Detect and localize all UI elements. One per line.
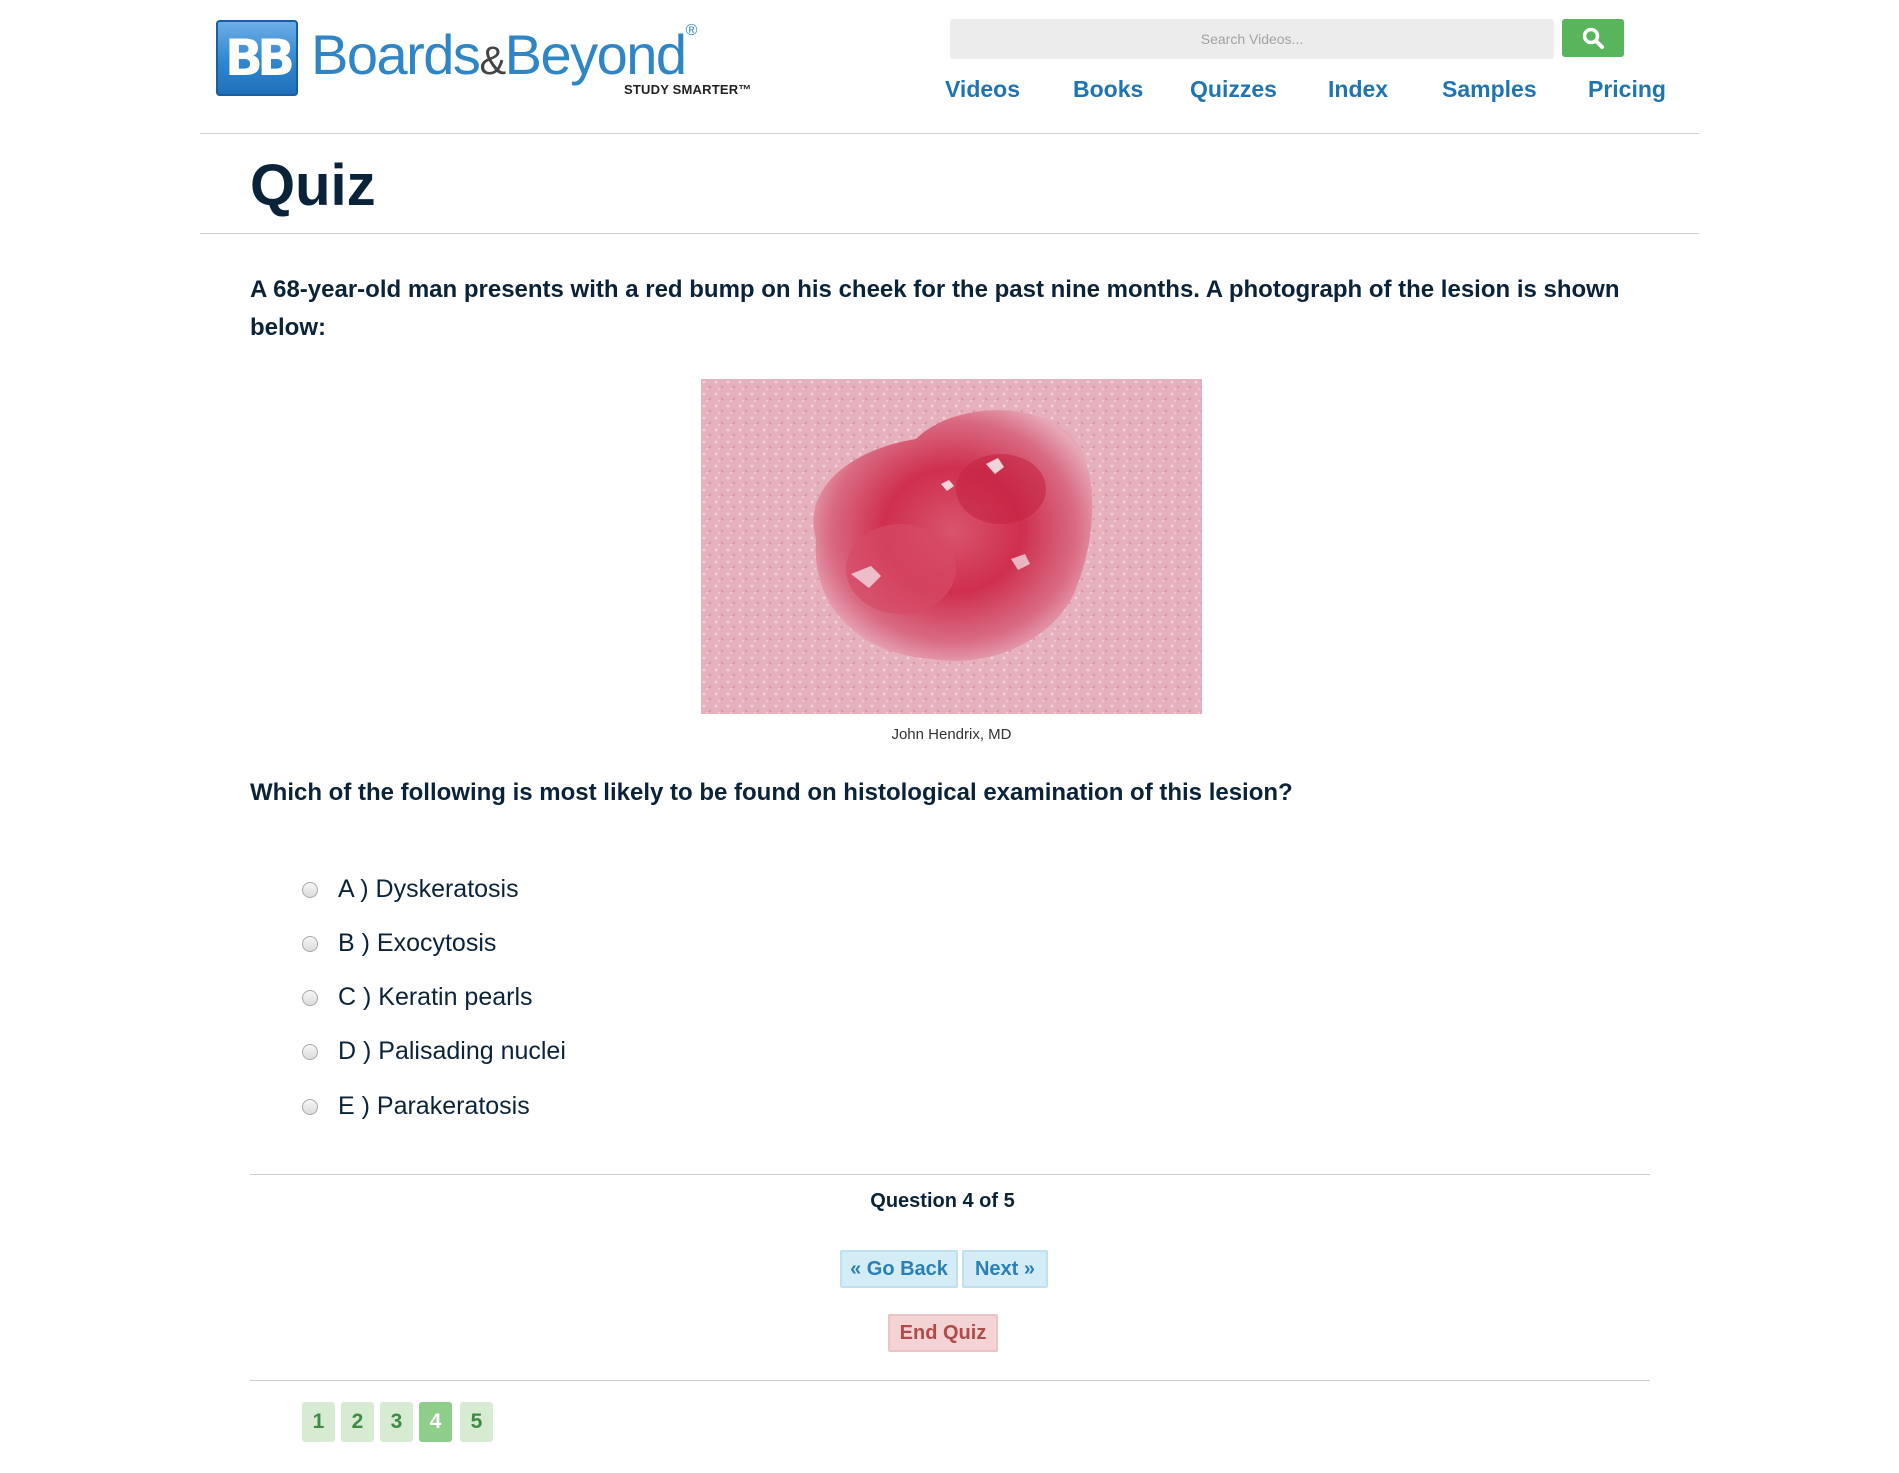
nav-index[interactable]: Index: [1328, 76, 1388, 103]
nav-quizzes[interactable]: Quizzes: [1190, 76, 1277, 103]
divider: [250, 1380, 1650, 1381]
answer-option-d[interactable]: D ) Palisading nuclei: [302, 1034, 902, 1068]
answer-option-a[interactable]: A ) Dyskeratosis: [302, 872, 902, 906]
main-nav: Videos Books Quizzes Index Samples Prici…: [200, 76, 1699, 106]
answer-option-b[interactable]: B ) Exocytosis: [302, 926, 902, 960]
end-quiz-button[interactable]: End Quiz: [888, 1314, 998, 1352]
nav-books[interactable]: Books: [1073, 76, 1143, 103]
question-progress: Question 4 of 5: [870, 1190, 1015, 1212]
option-label: D ) Palisading nuclei: [338, 1037, 566, 1065]
next-button[interactable]: Next »: [962, 1250, 1048, 1288]
question-prompt: Which of the following is most likely to…: [250, 779, 1293, 806]
page-button-4-current[interactable]: 4: [419, 1402, 452, 1442]
radio-button[interactable]: [302, 990, 318, 1006]
answer-option-c[interactable]: C ) Keratin pearls: [302, 980, 902, 1014]
page-button-2[interactable]: 2: [341, 1402, 374, 1442]
title-row: Quiz: [200, 134, 1699, 234]
page-button-5[interactable]: 5: [460, 1402, 493, 1442]
site-header: BB Boards&Beyond® STUDY SMARTER™ Videos …: [200, 0, 1699, 134]
search-input[interactable]: [950, 19, 1554, 59]
page-button-3[interactable]: 3: [380, 1402, 413, 1442]
divider: [250, 1174, 1650, 1175]
nav-samples[interactable]: Samples: [1442, 76, 1537, 103]
lesion-photo: [701, 379, 1202, 714]
option-label: A ) Dyskeratosis: [338, 875, 519, 903]
option-label: C ) Keratin pearls: [338, 983, 533, 1011]
logo-registered-mark: ®: [685, 22, 698, 39]
nav-pricing[interactable]: Pricing: [1588, 76, 1666, 103]
search-button[interactable]: [1562, 19, 1624, 57]
answer-option-e[interactable]: E ) Parakeratosis: [302, 1089, 902, 1123]
image-caption: John Hendrix, MD: [891, 726, 1012, 743]
page-title: Quiz: [250, 153, 376, 218]
nav-videos[interactable]: Videos: [945, 76, 1020, 103]
radio-button[interactable]: [302, 1099, 318, 1115]
option-label: B ) Exocytosis: [338, 929, 497, 957]
go-back-button[interactable]: « Go Back: [840, 1250, 958, 1288]
radio-button[interactable]: [302, 936, 318, 952]
page-button-1[interactable]: 1: [302, 1402, 335, 1442]
radio-button[interactable]: [302, 882, 318, 898]
question-stem: A 68-year-old man presents with a red bu…: [250, 276, 1620, 341]
option-label: E ) Parakeratosis: [338, 1092, 530, 1120]
search-icon: [1582, 27, 1604, 49]
radio-button[interactable]: [302, 1044, 318, 1060]
